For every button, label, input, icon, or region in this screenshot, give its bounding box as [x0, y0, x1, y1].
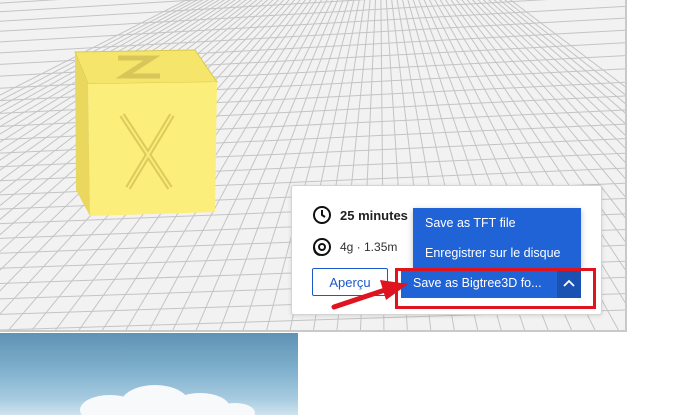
highlight-box — [395, 268, 596, 309]
print-time: 25 minutes — [340, 207, 408, 223]
arrow-annotation — [331, 280, 408, 310]
save-options-menu: Save as TFT file Enregistrer sur le disq… — [413, 208, 581, 268]
material-row: 4g · 1.35m — [312, 237, 397, 257]
material-usage: 4g · 1.35m — [340, 240, 398, 254]
clock-icon — [313, 206, 331, 224]
calibration-cube[interactable] — [74, 49, 218, 216]
print-time-row: 25 minutes — [312, 205, 408, 225]
spool-icon — [313, 238, 331, 256]
menu-item-save-disk[interactable]: Enregistrer sur le disque — [413, 238, 581, 268]
background-photo — [0, 333, 298, 415]
menu-item-save-tft[interactable]: Save as TFT file — [413, 208, 581, 238]
